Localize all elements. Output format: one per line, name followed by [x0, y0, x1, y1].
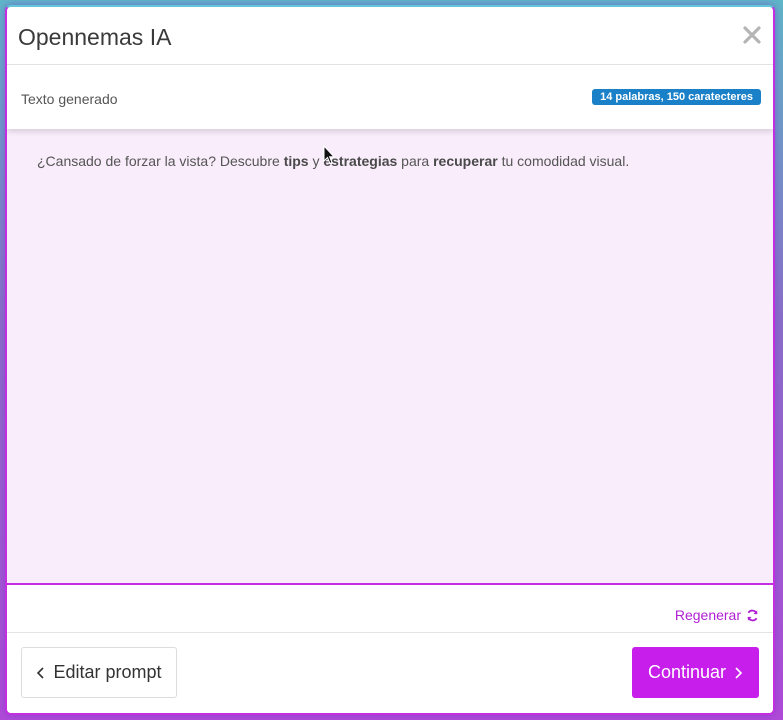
generated-text-segment: ¿Cansado de forzar la vista? Descubre	[37, 153, 284, 169]
regenerate-button[interactable]: Regenerar	[675, 607, 759, 623]
result-label: Texto generado	[21, 91, 118, 107]
continue-label: Continuar	[647, 662, 727, 682]
generated-text-segment: tu comodidad visual.	[497, 153, 630, 169]
generated-text-area[interactable]: ¿Cansado de forzar la vista? Descubre ti…	[7, 129, 773, 585]
chevron-left-icon	[36, 666, 45, 679]
continue-button[interactable]: Continuar	[632, 647, 759, 698]
close-button[interactable]	[741, 24, 763, 46]
result-header: Texto generado 14 palabras, 150 caratect…	[7, 65, 773, 129]
generated-text-segment: y	[308, 153, 324, 169]
modal-header: Opennemas IA	[7, 7, 773, 65]
modal-footer: Editar prompt Continuar	[7, 634, 773, 713]
edit-prompt-button[interactable]: Editar prompt	[21, 647, 177, 698]
generated-text: ¿Cansado de forzar la vista? Descubre ti…	[37, 151, 743, 171]
word-count-badge: 14 palabras, 150 caratecteres	[592, 89, 761, 105]
ai-modal: Opennemas IA Texto generado 14 palabras,…	[5, 5, 775, 715]
regenerate-row: Regenerar	[7, 587, 773, 633]
modal-title: Opennemas IA	[18, 24, 172, 50]
generated-text-segment: para	[397, 153, 434, 169]
mouse-cursor-icon	[323, 145, 335, 165]
generated-text-bold: tips	[283, 153, 309, 169]
regenerate-label: Regenerar	[674, 607, 741, 623]
chevron-right-icon	[734, 666, 743, 679]
edit-prompt-label: Editar prompt	[53, 662, 162, 682]
generated-text-bold: recuperar	[433, 153, 498, 169]
close-icon	[743, 26, 761, 44]
refresh-icon	[747, 609, 758, 621]
